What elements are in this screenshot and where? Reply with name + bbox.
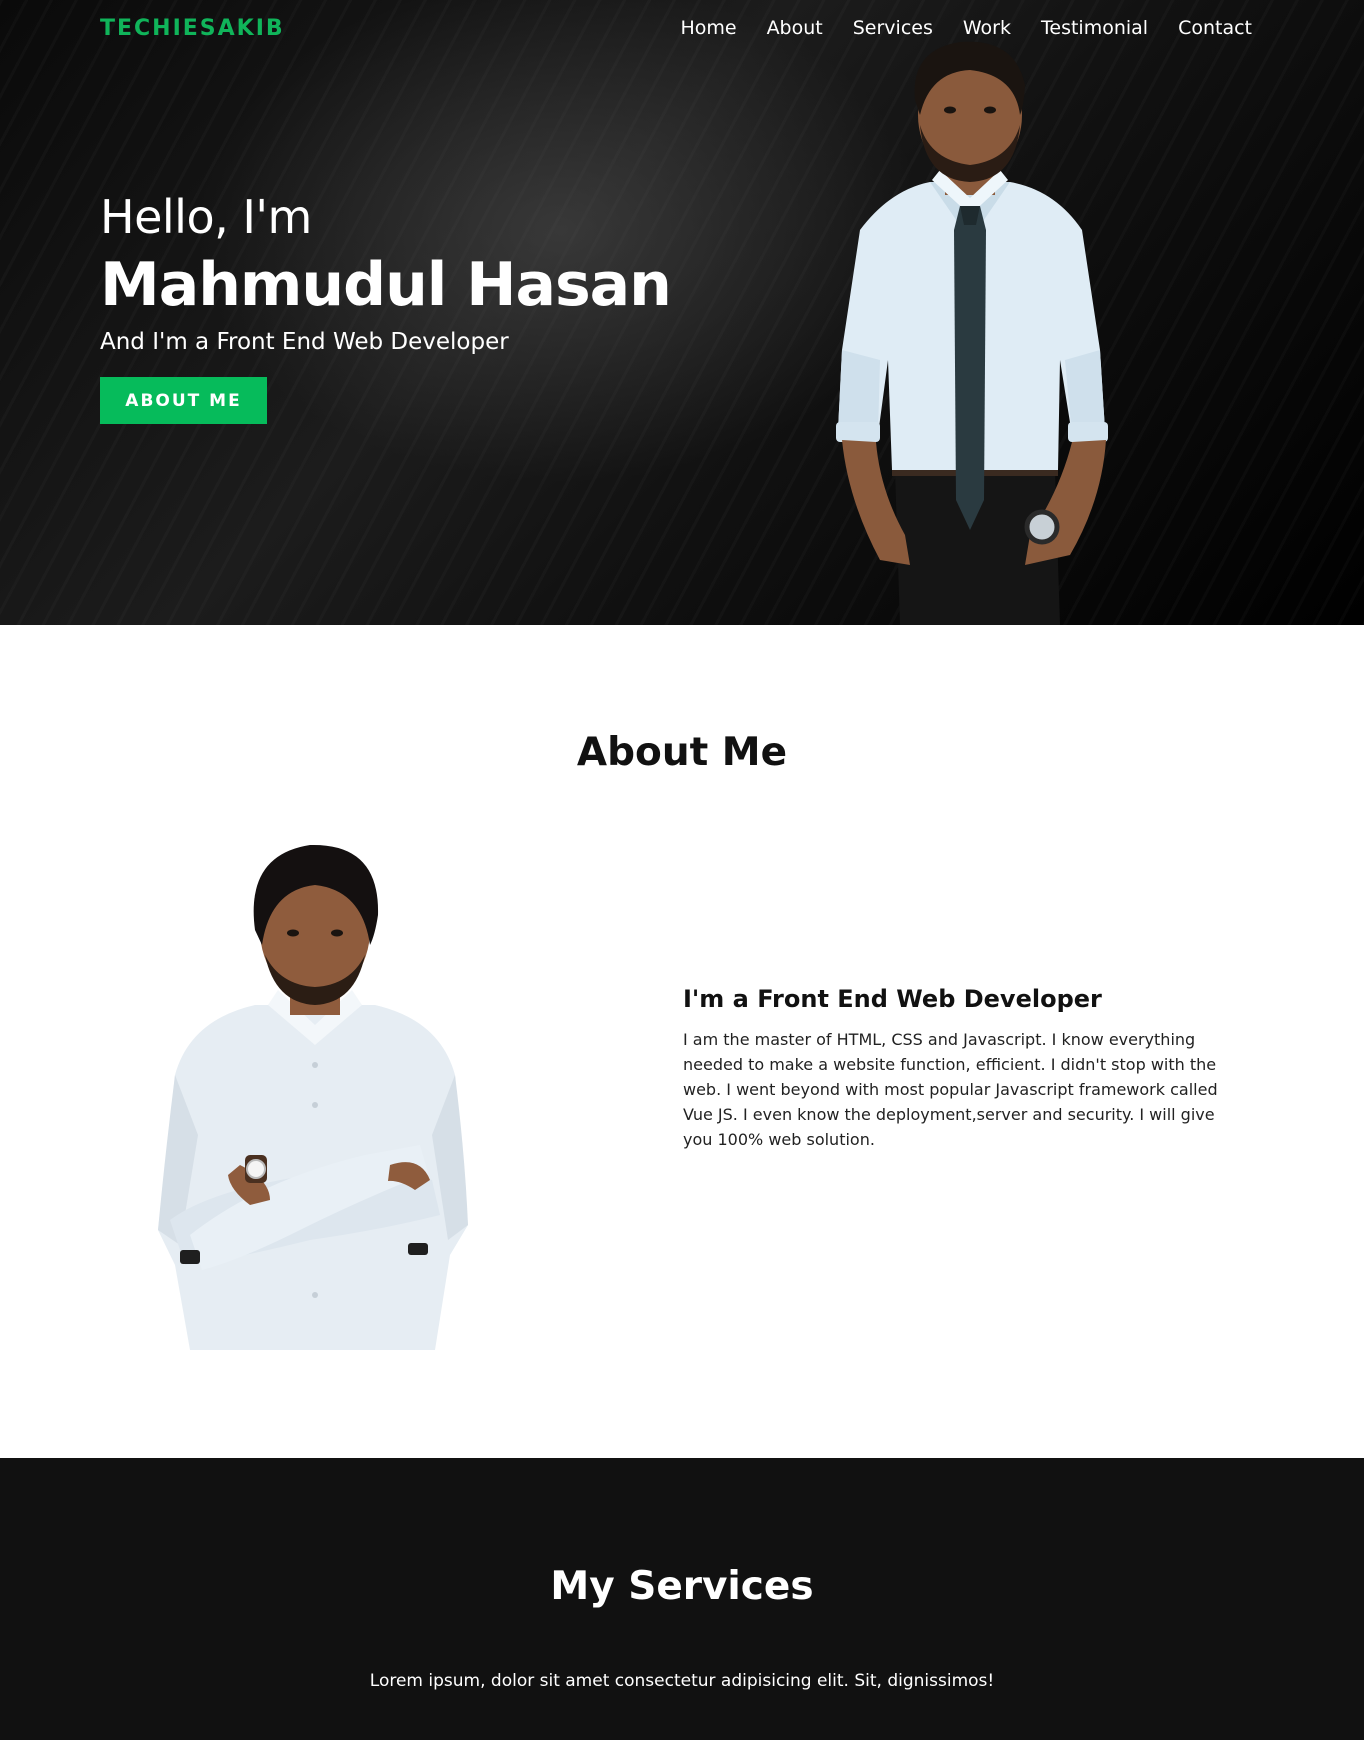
nav-link-services[interactable]: Services: [853, 17, 933, 39]
hero-person-photo: [836, 41, 1108, 625]
services-section: My Services Lorem ipsum, dolor sit amet …: [0, 1458, 1364, 1740]
hero-section: TECHIESAKIB Home About Services Work Tes…: [0, 0, 1364, 625]
about-heading: I'm a Front End Web Developer: [683, 985, 1102, 1013]
site-logo[interactable]: TECHIESAKIB: [100, 16, 285, 41]
about-section: About Me I'm a Front End Web Developer I…: [0, 625, 1364, 1458]
top-navbar: TECHIESAKIB Home About Services Work Tes…: [0, 0, 1364, 56]
hero-name: Mahmudul Hasan: [100, 250, 672, 321]
nav-link-home[interactable]: Home: [680, 17, 736, 39]
services-subtitle: Lorem ipsum, dolor sit amet consectetur …: [369, 1671, 995, 1691]
about-content: I'm a Front End Web Developer I am the m…: [683, 985, 1228, 1152]
services-title: My Services: [550, 1564, 814, 1609]
nav-link-about[interactable]: About: [767, 17, 823, 39]
nav-link-testimonial[interactable]: Testimonial: [1041, 17, 1148, 39]
hero-text: Hello, I'm Mahmudul Hasan And I'm a Fron…: [100, 190, 672, 425]
nav-link-work[interactable]: Work: [963, 17, 1011, 39]
about-title: About Me: [576, 730, 788, 775]
about-paragraph: I am the master of HTML, CSS and Javascr…: [683, 1030, 1218, 1149]
about-me-button[interactable]: ABOUT ME: [100, 377, 267, 425]
nav-links: Home About Services Work Testimonial Con…: [680, 17, 1252, 39]
hero-greeting: Hello, I'm: [100, 190, 312, 244]
nav-link-contact[interactable]: Contact: [1178, 17, 1252, 39]
about-person-photo: [158, 844, 468, 1350]
hero-role: And I'm a Front End Web Developer: [100, 329, 509, 356]
